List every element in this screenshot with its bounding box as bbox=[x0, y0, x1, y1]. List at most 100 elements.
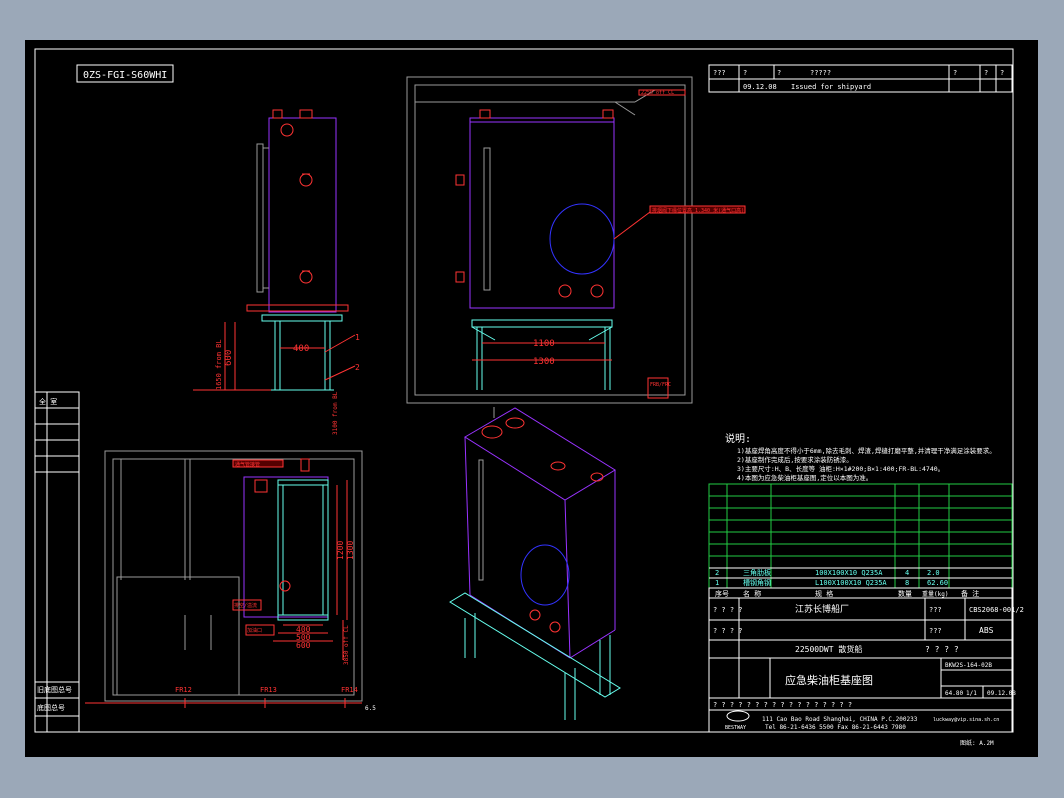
bom-table: 2 三角肋板 100X100X10 Q235A 4 2.0 1 槽钢角钢 L10… bbox=[708, 483, 1013, 599]
plan-frame-fr13: FR13 bbox=[260, 686, 277, 694]
plan-equipment-box bbox=[116, 576, 240, 696]
left-stamp-strip bbox=[34, 391, 80, 733]
cad-viewport[interactable]: 0ZS-FGI-S60WHI ??? ? ? ????? ? ? ? 09.12… bbox=[0, 0, 1064, 798]
rev-h2: ? bbox=[777, 69, 781, 77]
iso-view bbox=[449, 407, 621, 720]
rev-h3: ????? bbox=[810, 69, 831, 77]
rev-desc: Issued for shipyard bbox=[791, 83, 871, 91]
front-port-lower bbox=[299, 270, 313, 284]
tb-date: 09.12.08 bbox=[987, 690, 1016, 697]
drawing-code: 0ZS-FGI-S60WHI bbox=[83, 70, 167, 81]
front-ref-bl: 3100 from BL bbox=[332, 391, 339, 435]
tb-vessel: 22500DWT 散货船 bbox=[795, 644, 862, 654]
side-manhole bbox=[549, 203, 615, 275]
stamp-label-top: 全 室 bbox=[39, 397, 57, 406]
plan-view: 通气管接管 排空/溢流 加油口 400 500 600 1200 1300 38… bbox=[85, 450, 376, 712]
plan-tag-0: 排空/溢流 bbox=[234, 602, 257, 609]
rev-h5: ? bbox=[984, 69, 988, 77]
notes-line-3: 3)主要尺寸:H、B、长度等 油柜:H×1#200;B×1:400;FR-BL:… bbox=[737, 464, 944, 473]
tb-project: CBS2068-001/2 bbox=[969, 606, 1024, 614]
plan-dim-1300: 1300 bbox=[346, 541, 355, 560]
bom-row2-no: 1 bbox=[715, 579, 719, 587]
front-level-gauge bbox=[256, 143, 264, 293]
plan-tag-1: 加油口 bbox=[247, 627, 262, 634]
rev-h6: ? bbox=[1000, 69, 1004, 77]
tb-qm-2: ? ? ? ? bbox=[713, 627, 743, 635]
plan-tank-outline bbox=[243, 476, 329, 618]
side-dim-1100: 1100 bbox=[533, 339, 555, 349]
iso-manhole bbox=[520, 544, 570, 606]
plan-support-frame bbox=[277, 479, 329, 621]
tb-qm-3: ? ? ? ? bbox=[925, 645, 959, 654]
plan-vent-pipe bbox=[300, 458, 310, 472]
bom-row1-weight: 2.0 bbox=[927, 569, 940, 577]
bom-row2-name: 槽钢角钢 bbox=[743, 578, 771, 587]
tb-email: luckway@vip.sina.sh.cn bbox=[933, 717, 999, 723]
bom-head-qty: 数量 bbox=[898, 589, 912, 598]
rev-h1: ? bbox=[743, 69, 747, 77]
side-support-frame bbox=[471, 319, 613, 390]
tb-sheet: 1/1 bbox=[966, 690, 977, 697]
tb-class: ABS bbox=[979, 626, 994, 635]
bom-row2-qty: 8 bbox=[905, 579, 909, 587]
front-tank-outline bbox=[268, 117, 337, 313]
front-top-port bbox=[280, 123, 294, 137]
tb-weight: 64.80 bbox=[945, 690, 963, 697]
tb-tel: Tel 86-21-6436 5500 Fax 86-21-6443 7980 bbox=[765, 724, 906, 731]
iso-tank bbox=[464, 407, 616, 659]
stamp-label-base: 底图总号 bbox=[37, 703, 65, 712]
tb-shipyard: 江苏长博船厂 bbox=[795, 603, 849, 615]
front-dim-600: 600 bbox=[224, 350, 234, 366]
plan-vent-label: 通气管接管 bbox=[235, 461, 260, 468]
side-tag: FRB/FRC bbox=[650, 382, 671, 388]
plan-dim-600: 600 bbox=[296, 641, 311, 650]
tb-class-label: ??? bbox=[929, 606, 942, 614]
front-dim-from-bl: 1650 from BL bbox=[215, 339, 223, 390]
tb-company: BESTWAY bbox=[725, 725, 746, 731]
notes-line-2: 2)基座制作完成后,按要求涂装防锈漆。 bbox=[737, 455, 853, 464]
notes-line-1: 1)基座焊角高度不得小于6mm,除去毛刺、焊渣,焊缝打磨平整,并清理干净满足涂装… bbox=[737, 446, 996, 455]
rev-h4: ? bbox=[953, 69, 957, 77]
bom-head-spec: 规 格 bbox=[815, 589, 833, 598]
bom-head-name: 名 称 bbox=[743, 589, 761, 598]
iso-level-gauge bbox=[478, 459, 484, 581]
bom-row2-spec: L100X100X10 Q235A bbox=[815, 579, 887, 587]
tb-title: 应急柴油柜基座图 bbox=[785, 673, 873, 687]
drawing-sheet: 0ZS-FGI-S60WHI ??? ? ? ????? ? ? ? 09.12… bbox=[25, 40, 1038, 757]
bom-row1-name: 三角肋板 bbox=[743, 568, 771, 577]
rev-h0: ??? bbox=[713, 69, 726, 77]
tb-qm-1: ? ? ? ? bbox=[713, 606, 743, 614]
tb-qrow: ? ? ? ? ? ? ? ? ? ? ? ? ? ? ? ? ? bbox=[713, 701, 852, 709]
rev-date: 09.12.08 bbox=[743, 83, 777, 91]
stamp-label-old: 旧底图总号 bbox=[37, 685, 72, 694]
plan-scale-mark: 6.5 bbox=[365, 705, 376, 712]
front-leader-2: 2 bbox=[355, 363, 360, 372]
iso-support bbox=[449, 592, 621, 720]
front-dim-400: 400 bbox=[293, 344, 309, 354]
cad-drawing: 0ZS-FGI-S60WHI ??? ? ? ????? ? ? ? 09.12… bbox=[34, 48, 1024, 747]
company-logo-icon bbox=[726, 710, 750, 722]
bom-row1-no: 2 bbox=[715, 569, 719, 577]
notes-title: 说明: bbox=[725, 432, 751, 445]
tb-class-label-2: ??? bbox=[929, 627, 942, 635]
bom-row2-weight: 62.60 bbox=[927, 579, 948, 587]
plan-dim-1200: 1200 bbox=[336, 541, 345, 560]
bom-row1-spec: 100X100X10 Q235A bbox=[815, 569, 883, 577]
plan-dim-offcl: 3850 off CL bbox=[343, 625, 350, 665]
tb-paper: 图纸: A.2M bbox=[960, 739, 994, 747]
side-compartment-outline bbox=[406, 76, 693, 404]
plan-frame-fr14: FR14 bbox=[341, 686, 358, 694]
front-view: 400 600 1650 from BL 3100 from BL 1 2 bbox=[193, 109, 360, 435]
bom-row1-qty: 4 bbox=[905, 569, 909, 577]
tb-address: 111 Cao Bao Road Shanghai, CHINA P.C.200… bbox=[762, 716, 918, 723]
side-callout: 排烟阀下缘位置高 1.340 米(通气口高) bbox=[652, 207, 744, 214]
bom-head-remark: 备 注 bbox=[961, 589, 979, 598]
tb-drawing-no: BKW2S-164-02B bbox=[945, 662, 992, 669]
side-level-gauge bbox=[483, 147, 491, 291]
plan-frame-fr12: FR12 bbox=[175, 686, 192, 694]
side-view: 2250 off CL 排烟阀下缘位置高 1.340 米(通气口高) 1100 … bbox=[406, 76, 746, 404]
notes-block: 说明: 1)基座焊角高度不得小于6mm,除去毛刺、焊渣,焊缝打磨平整,并清理干净… bbox=[725, 432, 996, 482]
side-dim-1300: 1300 bbox=[533, 357, 555, 367]
front-leader-1: 1 bbox=[355, 333, 360, 342]
bom-head-weight: 重量(kg) bbox=[922, 590, 948, 598]
